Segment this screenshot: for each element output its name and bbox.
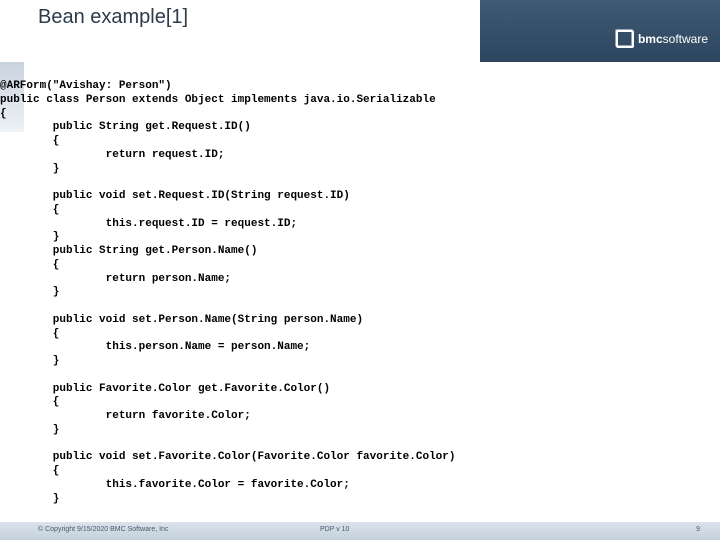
footer-middle: PDP v 10 bbox=[320, 526, 349, 533]
footer-page-number: 9 bbox=[696, 526, 700, 533]
page-title: Bean example[1] bbox=[38, 6, 188, 29]
logo-icon bbox=[616, 30, 634, 48]
logo-text: bmcsoftware bbox=[638, 32, 708, 46]
slide: Bean example[1] bmcsoftware @ARForm("Avi… bbox=[0, 0, 720, 540]
footer-copyright: © Copyright 9/15/2020 BMC Software, Inc bbox=[38, 526, 168, 533]
footer: © Copyright 9/15/2020 BMC Software, Inc … bbox=[0, 522, 720, 540]
header-title-wrap: Bean example[1] bbox=[0, 0, 480, 62]
brand-logo: bmcsoftware bbox=[616, 30, 708, 48]
code-block: @ARForm("Avishay: Person") public class … bbox=[0, 80, 720, 506]
